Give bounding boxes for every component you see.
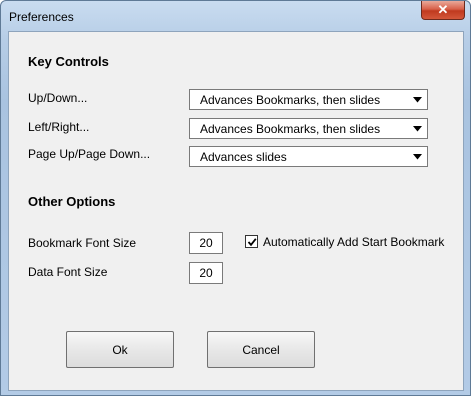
auto-start-bookmark-label[interactable]: Automatically Add Start Bookmark [263, 235, 444, 249]
other-options-heading: Other Options [28, 194, 116, 209]
dialog-body: Key Controls Up/Down... Advances Bookmar… [8, 31, 464, 391]
title-bar[interactable]: Preferences ✕ [1, 1, 470, 31]
left-right-select[interactable]: Advances Bookmarks, then slides [189, 118, 428, 139]
up-down-select-value: Advances Bookmarks, then slides [200, 93, 381, 107]
data-font-size-label: Data Font Size [28, 265, 108, 279]
bookmark-font-size-input[interactable]: 20 [189, 232, 223, 254]
chevron-down-icon[interactable] [410, 149, 425, 164]
ok-button[interactable]: Ok [66, 331, 174, 368]
close-icon: ✕ [437, 2, 449, 17]
data-font-size-input[interactable]: 20 [189, 262, 223, 284]
dialog-title: Preferences [9, 10, 74, 24]
close-button[interactable]: ✕ [421, 1, 465, 20]
up-down-select[interactable]: Advances Bookmarks, then slides [189, 89, 428, 110]
up-down-label: Up/Down... [28, 91, 88, 105]
left-right-select-value: Advances Bookmarks, then slides [200, 122, 381, 136]
cancel-button[interactable]: Cancel [207, 331, 315, 368]
key-controls-heading: Key Controls [28, 54, 109, 69]
left-right-label: Left/Right... [28, 120, 90, 134]
page-up-down-select-value: Advances slides [200, 150, 287, 164]
bookmark-font-size-label: Bookmark Font Size [28, 236, 137, 250]
preferences-dialog: Preferences ✕ Key Controls Up/Down... Ad… [0, 0, 471, 396]
chevron-down-icon[interactable] [410, 121, 425, 136]
page-up-down-label: Page Up/Page Down... [28, 147, 151, 161]
page-up-down-select[interactable]: Advances slides [189, 146, 428, 167]
chevron-down-icon[interactable] [410, 92, 425, 107]
auto-start-bookmark-checkbox[interactable] [245, 235, 258, 248]
checkmark-icon [247, 237, 257, 246]
